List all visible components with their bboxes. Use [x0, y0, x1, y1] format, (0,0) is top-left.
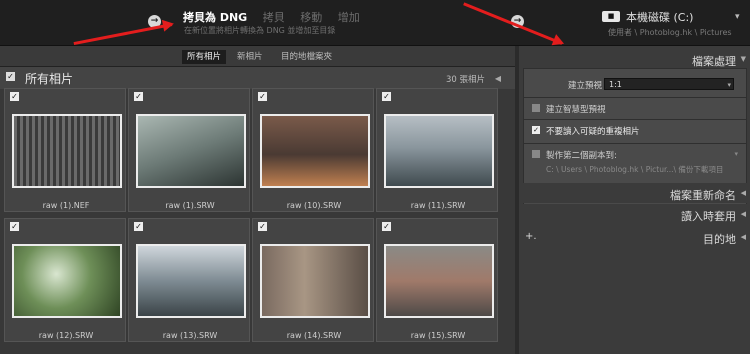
photo-checkbox[interactable]: ✓	[382, 92, 391, 101]
add-folder-icon[interactable]: +.	[525, 231, 537, 242]
photo-cell[interactable]: ✓ raw (1).NEF	[4, 88, 126, 212]
photo-thumbnail[interactable]	[260, 244, 370, 318]
no-duplicates-label: 不要讀入可疑的重複相片	[546, 127, 640, 137]
apply-during-import-title: 讀入時套用	[681, 210, 736, 223]
apply-during-import-header[interactable]: 讀入時套用 ◀	[519, 204, 750, 224]
smart-previews-checkbox[interactable]	[532, 104, 540, 112]
photo-checkbox[interactable]: ✓	[134, 92, 143, 101]
destination-header[interactable]: +. 目的地 ◀	[519, 227, 750, 247]
mode-copy-as-dng[interactable]: 拷貝為 DNG	[183, 9, 247, 25]
photo-thumbnail[interactable]	[12, 114, 122, 188]
file-renaming-header[interactable]: 檔案重新命名 ◀	[519, 183, 750, 203]
photo-checkbox[interactable]: ✓	[382, 222, 391, 231]
photo-filename: raw (14).SRW	[286, 331, 342, 340]
top-bar: → 拷貝為 DNG 拷貝 移動 增加 在新位置將相片轉換為 DNG 並增加至目錄…	[0, 0, 750, 46]
photo-count: 30 張相片	[445, 75, 485, 85]
file-handling-header[interactable]: 檔案處理 ▼	[519, 49, 750, 69]
photo-filename: raw (12).SRW	[38, 331, 94, 340]
photo-checkbox[interactable]: ✓	[10, 222, 19, 231]
file-renaming-title: 檔案重新命名	[670, 189, 736, 202]
second-copy-checkbox[interactable]	[532, 150, 540, 158]
mode-copy[interactable]: 拷貝	[263, 9, 285, 25]
photo-grid-pane: 所有相片 新相片 目的地檔案夾 ✓ 所有相片 30 張相片 ◀ ✓ raw (1…	[0, 46, 515, 354]
file-handling-title: 檔案處理	[692, 55, 736, 68]
photo-thumbnail[interactable]	[260, 114, 370, 188]
destination-path: 使用者 \ Photoblog.hk \ Pictures	[608, 28, 732, 37]
destination-dropdown-icon[interactable]: ▾	[735, 12, 740, 22]
photo-cell[interactable]: ✓ raw (11).SRW	[376, 88, 498, 212]
photo-filename: raw (13).SRW	[162, 331, 218, 340]
photo-cell[interactable]: ✓ raw (14).SRW	[252, 218, 374, 342]
photo-filename: raw (1).SRW	[165, 201, 215, 210]
divider	[524, 119, 746, 120]
photo-cell[interactable]: ✓ raw (15).SRW	[376, 218, 498, 342]
photo-filename: raw (11).SRW	[410, 201, 466, 210]
destination-title: 本機磁碟 (C:)	[626, 11, 694, 24]
photo-checkbox[interactable]: ✓	[258, 222, 267, 231]
photo-thumbnail[interactable]	[12, 244, 122, 318]
destination-panel-title: 目的地	[703, 233, 736, 246]
photo-checkbox[interactable]: ✓	[134, 222, 143, 231]
tab-all-photos[interactable]: 所有相片	[182, 50, 227, 64]
build-previews-select[interactable]: 1:1 ▾	[604, 78, 734, 90]
build-previews-label: 建立預視	[568, 81, 603, 91]
build-previews-value: 1:1	[609, 80, 622, 89]
photo-thumbnail[interactable]	[384, 244, 494, 318]
smart-previews-label: 建立智慧型預視	[546, 105, 606, 115]
all-photos-bar: ✓ 所有相片 30 張相片 ◀	[0, 66, 515, 89]
expand-triangle-icon: ◀	[740, 210, 746, 218]
collapse-triangle-icon[interactable]: ◀	[495, 74, 501, 83]
collapse-triangle-icon: ▼	[740, 55, 746, 63]
select-arrow-icon: ▾	[727, 81, 731, 89]
no-duplicates-checkbox[interactable]: ✓	[532, 126, 540, 134]
destination-selector[interactable]: ■ 本機磁碟 (C:) 使用者 \ Photoblog.hk \ Picture…	[600, 6, 750, 42]
grid-tabs: 所有相片 新相片 目的地檔案夾	[0, 46, 515, 66]
mode-add[interactable]: 增加	[338, 9, 360, 25]
photo-thumbnail[interactable]	[136, 244, 246, 318]
expand-triangle-icon: ◀	[740, 189, 746, 197]
photo-cell[interactable]: ✓ raw (13).SRW	[128, 218, 250, 342]
photo-cell[interactable]: ✓ raw (12).SRW	[4, 218, 126, 342]
photo-thumbnail[interactable]	[384, 114, 494, 188]
import-modes: 拷貝為 DNG 拷貝 移動 增加	[183, 9, 372, 25]
all-photos-label: 所有相片	[25, 72, 74, 86]
tab-destination-folders[interactable]: 目的地檔案夾	[276, 50, 337, 64]
photo-checkbox[interactable]: ✓	[258, 92, 267, 101]
right-panel: 檔案處理 ▼ 建立預視 1:1 ▾ 建立智慧型預視 ✓ 不要讀入可疑的重複相片 …	[519, 46, 750, 354]
photo-cell[interactable]: ✓ raw (1).SRW	[128, 88, 250, 212]
photo-filename: raw (15).SRW	[410, 331, 466, 340]
disk-icon: ■	[602, 11, 620, 22]
photo-filename: raw (10).SRW	[286, 201, 342, 210]
second-copy-dropdown-icon[interactable]: ▾	[734, 150, 738, 158]
photo-thumbnail[interactable]	[136, 114, 246, 188]
select-all-checkbox[interactable]: ✓	[6, 72, 15, 81]
second-copy-label: 製作第二個副本到:	[546, 151, 617, 161]
mode-move[interactable]: 移動	[300, 9, 322, 25]
photo-cell[interactable]: ✓ raw (10).SRW	[252, 88, 374, 212]
second-copy-path: C: \ Users \ Photoblog.hk \ Pictur...\ 備…	[546, 165, 724, 174]
tab-new-photos[interactable]: 新相片	[232, 50, 268, 64]
mode-description: 在新位置將相片轉換為 DNG 並增加至目錄	[184, 26, 336, 35]
expand-triangle-icon: ◀	[740, 233, 746, 241]
photo-checkbox[interactable]: ✓	[10, 92, 19, 101]
divider	[524, 143, 746, 144]
divider	[524, 97, 746, 98]
photo-filename: raw (1).NEF	[42, 201, 90, 210]
